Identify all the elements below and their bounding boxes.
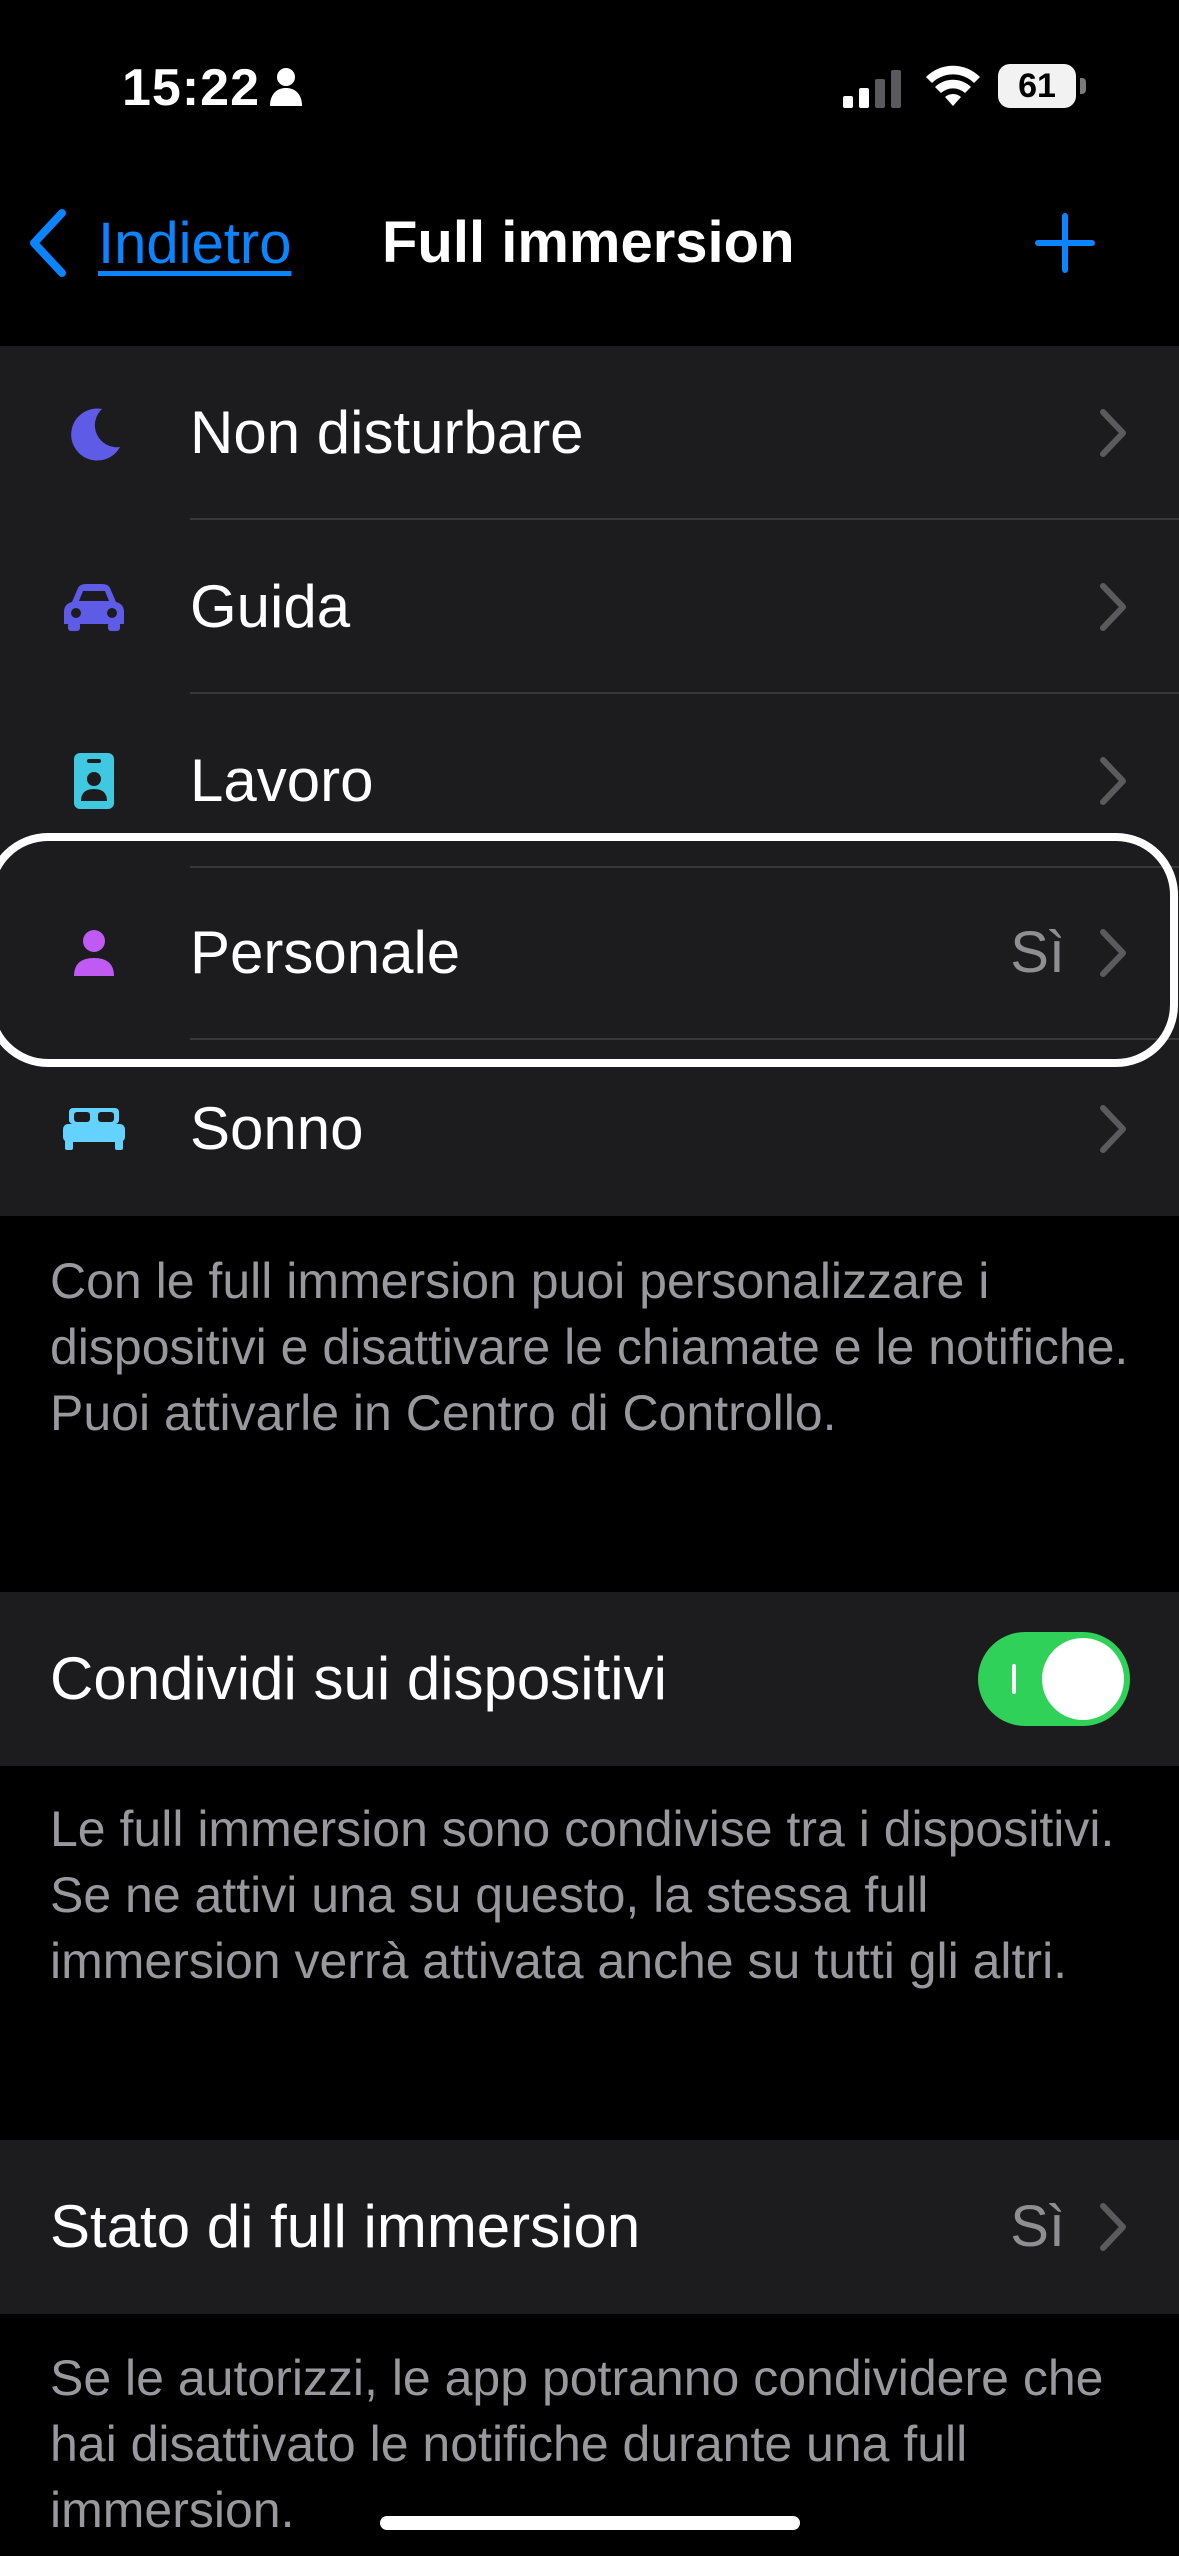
share-info-note: Le full immersion sono condivise tra i d… <box>50 1801 1115 1989</box>
chevron-right-icon <box>1100 1105 1126 1153</box>
share-across-devices-label: Condividi sui dispositivi <box>50 1645 667 1712</box>
person-icon <box>58 917 130 989</box>
focus-row-guida[interactable]: Guida <box>0 520 1179 694</box>
row-separator <box>190 1038 1179 1040</box>
focus-row-label: Personale <box>190 919 461 986</box>
chevron-right-icon <box>1100 757 1126 805</box>
battery-level: 61 <box>1018 66 1056 105</box>
screen: 15:22 61 Indietro Full immersion Non dis… <box>0 0 1179 2556</box>
battery-tip <box>1080 78 1086 94</box>
battery-icon: 61 <box>998 64 1076 108</box>
plus-icon <box>1035 213 1095 273</box>
focus-row-label: Lavoro <box>190 747 374 814</box>
focus-row-personale[interactable]: Personale Sì <box>0 866 1179 1040</box>
navigation-bar: Indietro Full immersion <box>0 170 1179 346</box>
focus-row-label: Non disturbare <box>190 399 584 466</box>
moon-icon <box>58 397 130 469</box>
focus-row-sonno[interactable]: Sonno <box>0 1042 1179 1216</box>
bed-icon <box>58 1093 130 1165</box>
car-icon <box>58 571 130 643</box>
add-focus-button[interactable] <box>1030 198 1100 288</box>
share-across-devices-toggle[interactable] <box>978 1632 1130 1726</box>
id-badge-icon <box>58 745 130 817</box>
toggle-on-mark <box>1012 1664 1016 1694</box>
status-time: 15:22 <box>122 59 260 117</box>
focus-status-row[interactable]: Stato di full immersion Sì <box>0 2140 1179 2314</box>
focus-row-lavoro[interactable]: Lavoro <box>0 694 1179 868</box>
page-title: Full immersion <box>382 210 795 275</box>
focus-status-value: Sì <box>1010 2194 1065 2259</box>
row-separator <box>190 866 1179 868</box>
chevron-left-icon <box>30 209 66 277</box>
focus-status-label: Stato di full immersion <box>50 2193 641 2260</box>
chevron-right-icon <box>1100 929 1126 977</box>
toggle-knob <box>1042 1638 1124 1720</box>
chevron-right-icon <box>1100 409 1126 457</box>
share-across-devices-row: Condividi sui dispositivi <box>0 1592 1179 1766</box>
person-status-icon <box>270 68 302 106</box>
focus-modes-list: Non disturbare Guida Lavoro Sonno <box>0 346 1179 1216</box>
chevron-right-icon <box>1100 2203 1126 2251</box>
focus-row-label: Sonno <box>190 1095 364 1162</box>
status-info-note: Se le autorizzi, le app potranno condivi… <box>50 2350 1104 2538</box>
status-bar: 15:22 61 <box>0 0 1179 170</box>
home-indicator[interactable] <box>380 2516 800 2530</box>
back-button[interactable]: Indietro <box>26 188 291 298</box>
cellular-signal-icon <box>843 70 901 108</box>
focus-info-note: Con le full immersion puoi personalizzar… <box>50 1253 1129 1441</box>
back-label: Indietro <box>98 210 292 276</box>
chevron-right-icon <box>1100 583 1126 631</box>
focus-row-value: Sì <box>1010 920 1065 985</box>
focus-row-non-disturbare[interactable]: Non disturbare <box>0 346 1179 520</box>
wifi-icon <box>926 65 980 106</box>
focus-row-label: Guida <box>190 573 351 640</box>
